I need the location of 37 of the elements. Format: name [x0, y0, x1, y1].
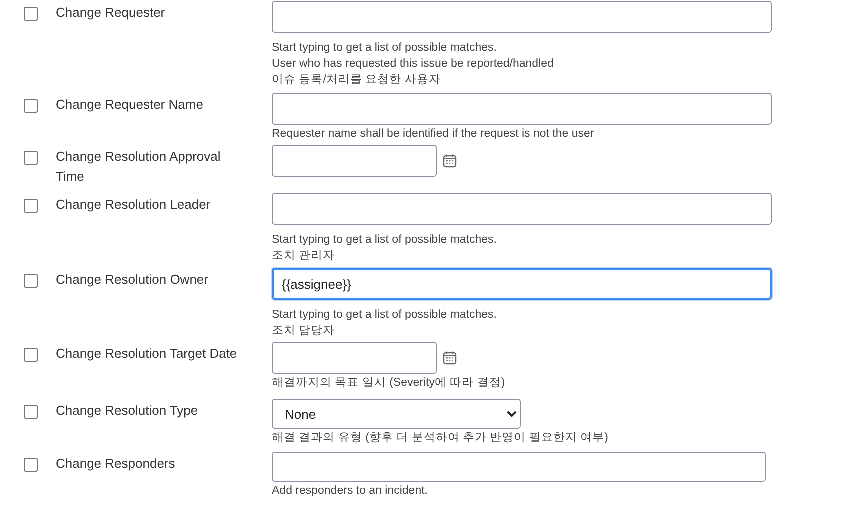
- checkbox[interactable]: [24, 348, 38, 362]
- field-label: Change Requester: [56, 4, 166, 22]
- date-field[interactable]: [272, 145, 437, 177]
- input-field[interactable]: [272, 93, 772, 125]
- help-text: Add responders to an incident.: [272, 484, 429, 499]
- date-field[interactable]: [272, 342, 437, 374]
- field-label: Change Resolution Target Date: [56, 345, 238, 363]
- checkbox[interactable]: [24, 7, 38, 21]
- user-picker-field[interactable]: [272, 193, 772, 225]
- checkbox[interactable]: [24, 458, 38, 472]
- help-text: Requester name shall be identified if the request is not the user: [272, 127, 596, 142]
- checkbox[interactable]: [24, 405, 38, 419]
- input-field[interactable]: [272, 452, 766, 482]
- help-text: 이슈 등록/처리를 요청한 사용자: [272, 73, 442, 88]
- checkbox[interactable]: [24, 99, 38, 113]
- select-dropdown[interactable]: None: [272, 399, 521, 429]
- calendar-icon[interactable]: [443, 351, 457, 365]
- user-picker-field[interactable]: [272, 1, 772, 33]
- help-text: 조치 관리자: [272, 249, 336, 264]
- help-text: Start typing to get a list of possible matches.: [272, 308, 498, 323]
- help-text: User who has requested this issue be reported/handled: [272, 57, 555, 72]
- calendar-icon[interactable]: [443, 154, 457, 168]
- field-label: Change Requester Name: [56, 96, 204, 114]
- help-text: Start typing to get a list of possible matches.: [272, 233, 498, 248]
- help-text: 해결까지의 목표 일시 (Severity에 따라 결정): [272, 376, 506, 391]
- field-label: Change Resolution Owner: [56, 271, 210, 289]
- field-label: Change Resolution Approval Time: [56, 148, 222, 186]
- help-text: 조치 담당자: [272, 324, 336, 339]
- checkbox[interactable]: [24, 199, 38, 213]
- checkbox[interactable]: [24, 151, 38, 165]
- user-picker-field[interactable]: {{assignee}}: [272, 268, 772, 300]
- checkbox[interactable]: [24, 274, 38, 288]
- help-text: Start typing to get a list of possible matches.: [272, 41, 498, 56]
- field-label: Change Resolution Type: [56, 402, 200, 420]
- field-label: Change Resolution Leader: [56, 196, 212, 214]
- help-text: 해결 결과의 유형 (향후 더 분석하여 추가 반영이 필요한지 여부): [272, 431, 608, 446]
- field-label: Change Responders: [56, 455, 176, 473]
